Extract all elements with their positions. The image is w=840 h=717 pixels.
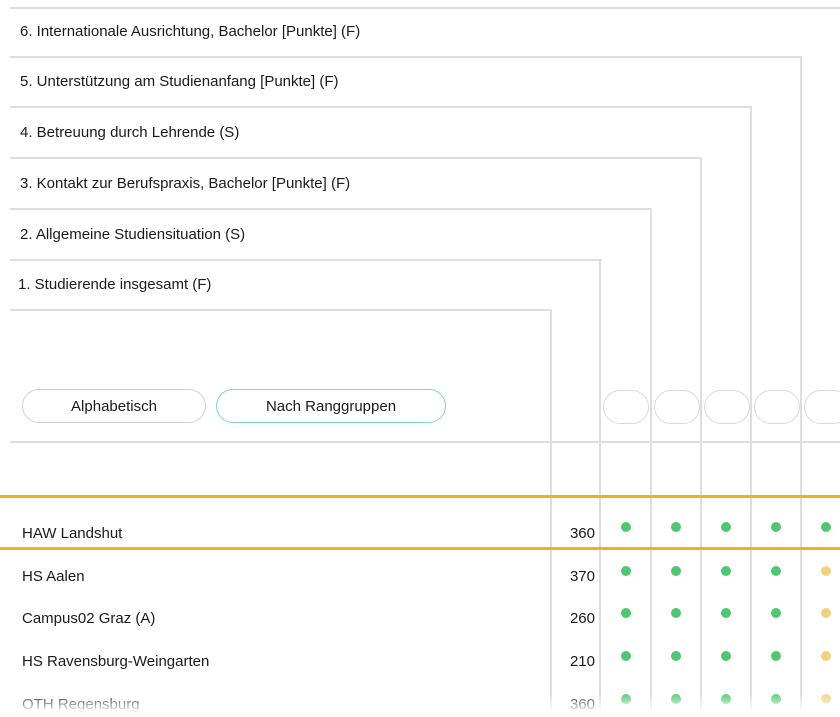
criterion-divider	[10, 208, 652, 210]
column-line-4	[700, 157, 702, 712]
rank-dot-green	[721, 566, 731, 576]
rank-dot-green	[721, 608, 731, 618]
rank-dot-green	[621, 566, 631, 576]
rank-dot-green	[771, 566, 781, 576]
column-line-5	[750, 106, 752, 712]
students-count: 370	[569, 568, 595, 585]
rank-dot-green	[621, 522, 631, 532]
controls-divider	[10, 441, 840, 443]
criterion-2-label: 2. Allgemeine Studiensituation (S)	[20, 226, 246, 243]
students-count: 360	[569, 525, 595, 542]
top-border	[10, 7, 840, 9]
criterion-divider	[10, 106, 752, 108]
sort-rank-groups-button[interactable]: Nach Ranggruppen	[216, 389, 446, 423]
rank-dot-yellow	[821, 566, 831, 576]
column-line-6	[800, 56, 802, 712]
rank-dot-green	[671, 651, 681, 661]
criterion-5-label: 5. Unterstützung am Studienanfang [Punkt…	[20, 73, 339, 90]
rank-dot-yellow	[821, 651, 831, 661]
highlight-top	[0, 495, 840, 498]
university-name[interactable]: HS Ravensburg-Weingarten	[22, 650, 209, 674]
rank-dot-green	[821, 522, 831, 532]
column-sort-toggle[interactable]	[804, 390, 840, 424]
rank-dot-green	[721, 651, 731, 661]
rank-dot-green	[671, 608, 681, 618]
rank-dot-green	[671, 522, 681, 532]
criterion-divider	[10, 157, 702, 159]
rank-dot-yellow	[821, 608, 831, 618]
sort-alphabetical-button[interactable]: Alphabetisch	[22, 389, 206, 423]
students-count: 210	[569, 653, 595, 670]
rank-dot-green	[771, 522, 781, 532]
rank-dot-green	[621, 608, 631, 618]
university-name[interactable]: Campus02 Graz (A)	[22, 607, 155, 631]
column-sort-toggle[interactable]	[754, 390, 800, 424]
scroll-fade	[0, 692, 840, 712]
column-sort-toggle[interactable]	[704, 390, 750, 424]
criterion-6-label: 6. Internationale Ausrichtung, Bachelor …	[20, 23, 361, 40]
rank-dot-green	[671, 566, 681, 576]
column-sort-toggle[interactable]	[603, 390, 649, 424]
students-count: 260	[569, 610, 595, 627]
rank-dot-green	[771, 651, 781, 661]
column-line-3	[650, 208, 652, 712]
criterion-divider	[10, 309, 552, 311]
column-line-2	[599, 259, 601, 712]
rank-dot-green	[721, 522, 731, 532]
criterion-4-label: 4. Betreuung durch Lehrende (S)	[20, 124, 240, 141]
rank-dot-green	[621, 651, 631, 661]
criterion-1-label: 1. Studierende insgesamt (F)	[18, 276, 212, 293]
university-name[interactable]: HS Aalen	[22, 565, 85, 589]
criterion-divider	[10, 259, 602, 261]
university-name[interactable]: HAW Landshut	[22, 522, 122, 546]
column-sort-toggle[interactable]	[654, 390, 700, 424]
rank-dot-green	[771, 608, 781, 618]
ranking-table: 6. Internationale Ausrichtung, Bachelor …	[0, 0, 840, 713]
highlight-bottom	[0, 547, 840, 550]
criterion-3-label: 3. Kontakt zur Berufspraxis, Bachelor [P…	[20, 175, 351, 192]
criterion-divider	[10, 56, 802, 58]
